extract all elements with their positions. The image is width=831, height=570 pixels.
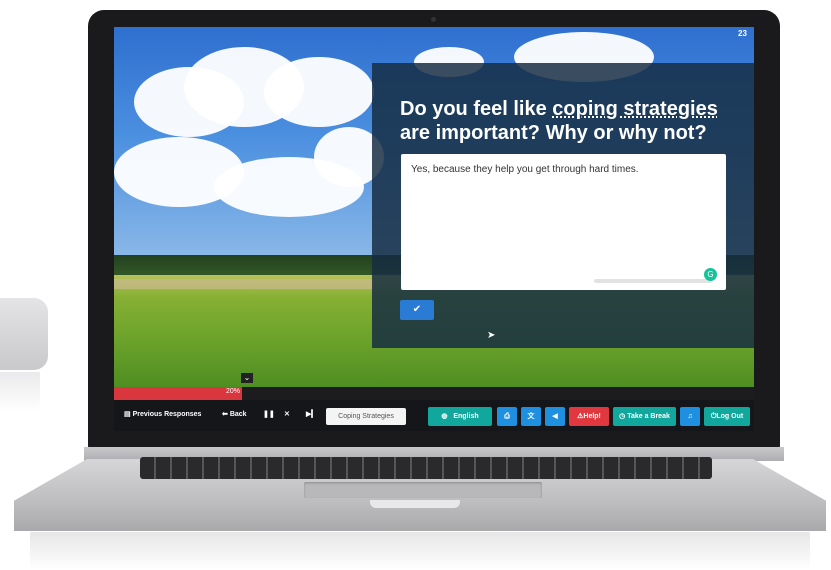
speaker-icon: ◀ — [552, 413, 558, 420]
laptop-screen: 23 Do you feel like coping strategies ar… — [114, 27, 754, 431]
question-line1-text: Do you feel like — [400, 98, 553, 120]
background-device-reflection — [0, 372, 40, 412]
language-label: English — [453, 413, 479, 420]
list-icon: ▤ — [124, 411, 131, 418]
back-arrow-icon: ⬅ — [222, 411, 228, 418]
pause-icon: ❚❚ — [263, 411, 275, 418]
media-skip-button[interactable]: ▶▎ — [306, 410, 317, 418]
music-button[interactable]: ♫ — [680, 407, 700, 426]
glossary-link[interactable]: coping strategies — [552, 98, 718, 120]
question-heading: Do you feel like coping strategies are i… — [400, 97, 740, 145]
course-name-badge: Coping Strategies — [326, 408, 406, 425]
music-note-icon: ♫ — [687, 413, 693, 420]
print-button[interactable]: ⎙ — [497, 407, 517, 426]
progress-label: 20% — [226, 388, 241, 395]
media-stop-button[interactable]: ✕ — [284, 410, 290, 418]
translate-button[interactable]: 文 — [521, 407, 541, 426]
back-label: Back — [229, 411, 247, 418]
previous-responses-label: Previous Responses — [132, 411, 202, 418]
submit-button[interactable]: ✔ — [400, 300, 434, 320]
keyboard — [140, 457, 712, 479]
skip-forward-icon: ▶▎ — [306, 411, 317, 418]
question-line2-text: are important? Why or why not? — [400, 122, 707, 144]
answer-hint — [594, 279, 712, 283]
print-icon: ⎙ — [504, 413, 510, 420]
slide-number: 23 — [738, 29, 747, 38]
help-button[interactable]: ⚠Help! — [569, 407, 609, 426]
chevron-down-icon[interactable]: ⌄ — [241, 373, 253, 383]
back-button[interactable]: ⬅ Back — [222, 410, 247, 418]
check-icon: ✔ — [412, 304, 422, 315]
translate-icon: 文 — [527, 413, 535, 420]
grammar-check-icon[interactable]: G — [704, 268, 717, 281]
answer-text: Yes, because they help you get through h… — [411, 164, 639, 175]
media-pause-button[interactable]: ❚❚ — [263, 410, 275, 418]
dirt-strip — [114, 279, 374, 289]
help-label: Help! — [583, 413, 601, 420]
globe-icon: ◍ — [441, 413, 448, 420]
log-out-button[interactable]: ⏻Log Out — [704, 407, 750, 426]
take-break-label: Take a Break — [627, 413, 670, 420]
log-out-label: Log Out — [716, 413, 744, 420]
audio-button[interactable]: ◀ — [545, 407, 565, 426]
mouse-cursor-icon: ➤ — [487, 330, 496, 341]
language-button[interactable]: ◍ English — [428, 407, 492, 426]
take-break-button[interactable]: ◷ Take a Break — [613, 407, 676, 426]
background-device — [0, 298, 48, 370]
webcam — [431, 17, 436, 22]
laptop-reflection — [30, 532, 810, 570]
lid-notch — [370, 500, 460, 508]
trackpad — [304, 482, 542, 498]
previous-responses-button[interactable]: ▤ Previous Responses — [124, 410, 201, 418]
progress-fill — [114, 387, 242, 400]
close-icon: ✕ — [284, 411, 290, 418]
clock-icon: ◷ — [619, 413, 626, 420]
